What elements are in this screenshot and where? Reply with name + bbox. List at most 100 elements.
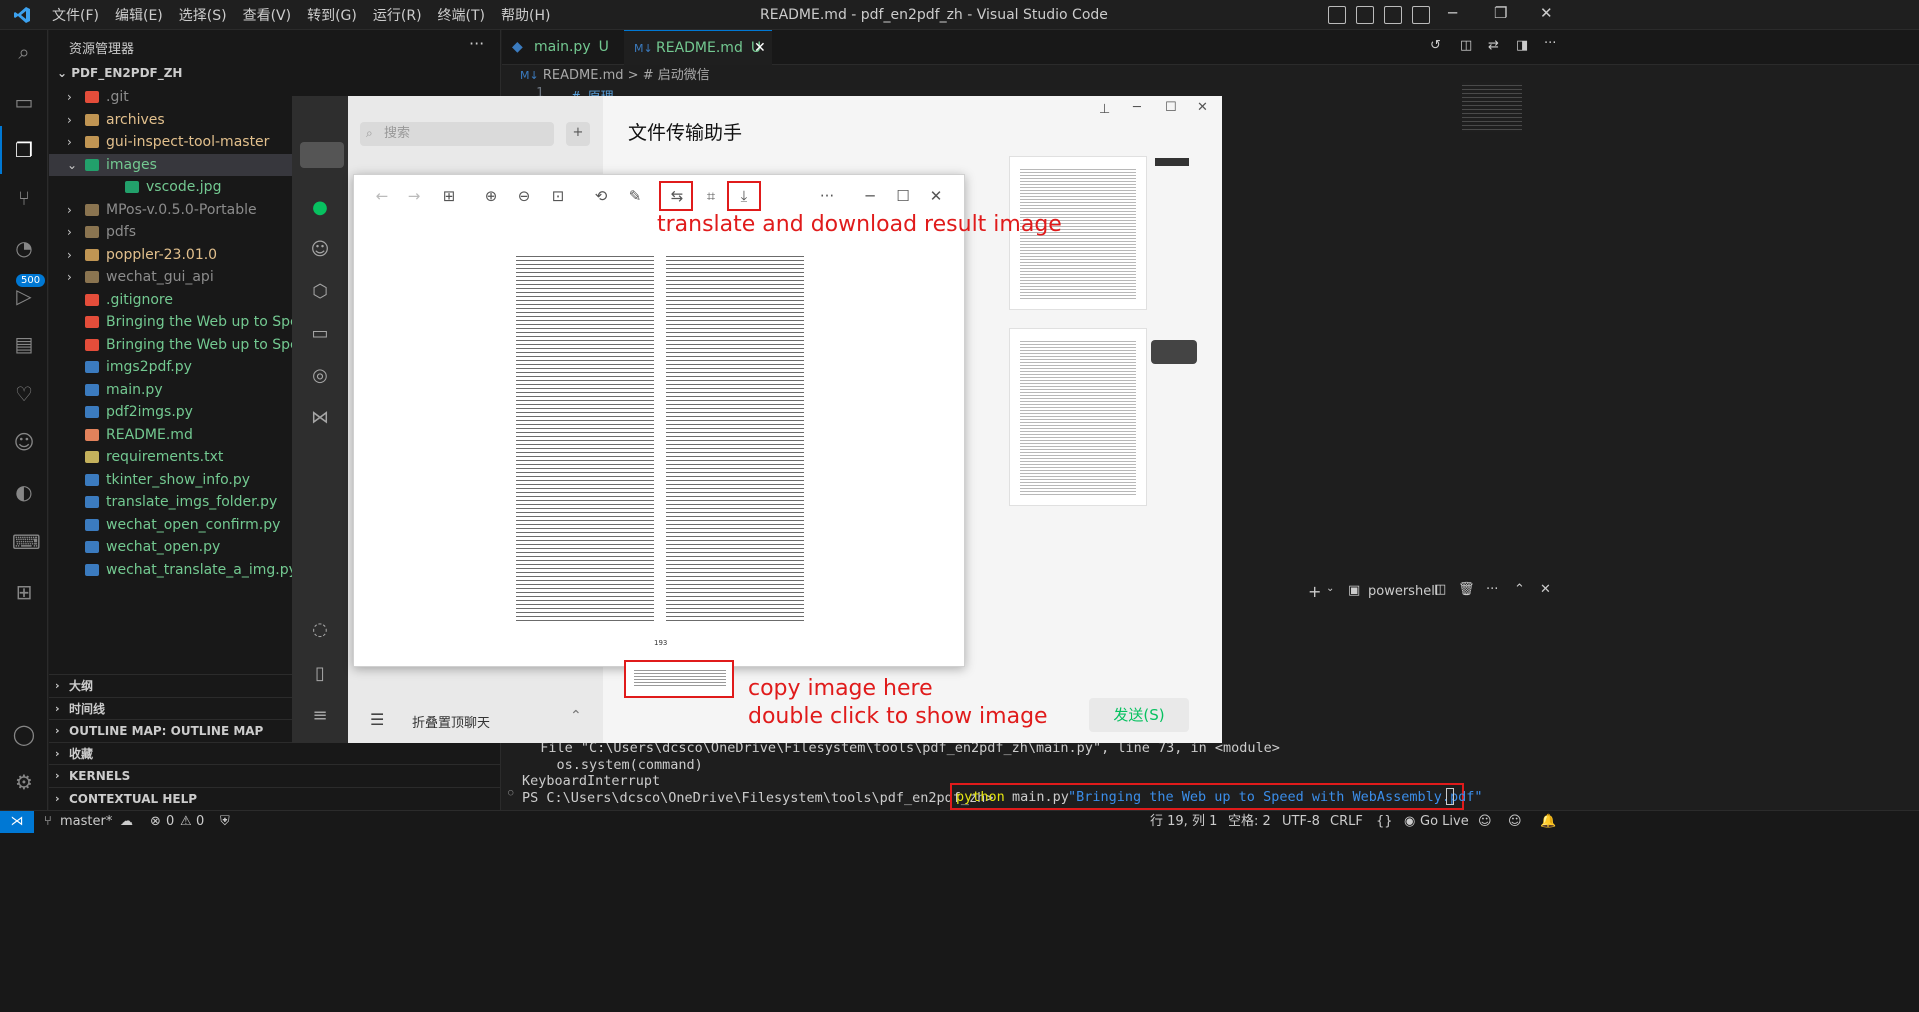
favorites-box-icon[interactable]: ⬡ — [308, 280, 332, 304]
miniprogram-icon[interactable]: ◌ — [308, 618, 332, 642]
edit-icon[interactable]: ✎ — [625, 186, 645, 206]
warning-count[interactable]: 0 — [196, 811, 204, 833]
toggle-sidebar-icon[interactable] — [1328, 6, 1346, 24]
chevron-right-icon[interactable]: › — [67, 244, 72, 266]
wechat-maximize-icon[interactable]: ☐ — [1165, 100, 1177, 115]
go-live[interactable]: Go Live — [1420, 811, 1469, 833]
chevron-up-icon[interactable]: ⌃ — [570, 708, 582, 724]
chevron-right-icon[interactable]: › — [67, 86, 72, 108]
zoom-in-icon[interactable]: ⊕ — [481, 186, 501, 206]
shield-icon[interactable]: ⛨ — [220, 811, 230, 833]
breadcrumb-section[interactable]: # 启动微信 — [643, 68, 710, 83]
menu-help[interactable]: 帮助(H) — [493, 5, 558, 25]
menu-selection[interactable]: 选择(S) — [171, 5, 235, 25]
toggle-secondary-sidebar-icon[interactable] — [1384, 6, 1402, 24]
phone-icon[interactable]: ▯ — [308, 662, 332, 686]
add-chat-button[interactable]: + — [566, 122, 590, 146]
actual-size-icon[interactable]: ⊡ — [548, 186, 568, 206]
error-count[interactable]: 0 — [166, 811, 174, 833]
copilot-status-icon[interactable]: ☺ — [1478, 811, 1492, 833]
edge-icon[interactable]: ◐ — [12, 480, 36, 504]
menu-terminal[interactable]: 终端(T) — [430, 5, 493, 25]
tab-readme-md[interactable]: M↓ README.md U ✕ — [624, 30, 772, 65]
document-page-image[interactable]: 193 — [516, 253, 806, 653]
moments-icon[interactable]: ◎ — [308, 364, 332, 388]
more-actions-icon[interactable]: ··· — [469, 34, 484, 53]
document-image-message[interactable] — [1009, 328, 1147, 506]
rotate-icon[interactable]: ⟲ — [591, 186, 611, 206]
account-icon[interactable]: ◯ — [12, 722, 36, 746]
grid-view-icon[interactable]: ⊞ — [439, 186, 459, 206]
avatar[interactable] — [300, 142, 344, 168]
feedback-icon[interactable]: ☺ — [1508, 811, 1522, 833]
settings-gear-icon[interactable]: ⚙ — [12, 770, 36, 794]
close-icon[interactable]: ✕ — [1540, 4, 1553, 22]
toggle-panel-icon[interactable] — [1356, 6, 1374, 24]
line-ending[interactable]: CRLF — [1330, 811, 1363, 833]
menu-run[interactable]: 运行(R) — [365, 5, 430, 25]
chevron-right-icon[interactable]: › — [67, 199, 72, 221]
contacts-icon[interactable]: ☺ — [308, 238, 332, 262]
remote-indicator-icon[interactable]: ⋊ — [0, 811, 34, 833]
timeline-icon[interactable]: ↺ — [1430, 38, 1441, 53]
notifications-icon[interactable]: 🔔 — [1540, 811, 1556, 833]
gitlens-icon[interactable]: ◔ — [12, 236, 36, 260]
terminal-shell-name[interactable]: powershell — [1368, 584, 1438, 599]
sidebar-section[interactable]: › CONTEXTUAL HELP — [49, 786, 500, 809]
kill-terminal-icon[interactable]: 🗑 — [1458, 582, 1475, 597]
folder-icon[interactable]: ▤ — [12, 332, 36, 356]
encoding[interactable]: UTF-8 — [1282, 811, 1320, 833]
chevron-right-icon[interactable]: › — [67, 221, 72, 243]
cursor-position[interactable]: 行 19, 列 1 — [1150, 811, 1217, 833]
viewer-close-icon[interactable]: ✕ — [926, 186, 946, 206]
chat-icon[interactable]: ● — [308, 196, 332, 220]
channels-icon[interactable]: ⋈ — [308, 406, 332, 430]
customize-layout-icon[interactable] — [1412, 6, 1430, 24]
run-debug-icon[interactable]: ▷ — [12, 284, 36, 308]
chevron-right-icon[interactable]: › — [67, 266, 72, 288]
new-terminal-icon[interactable]: + — [1308, 582, 1321, 601]
editor-more-icon[interactable]: ··· — [1544, 36, 1556, 51]
language-icon[interactable]: {} — [1376, 811, 1393, 833]
sidebar-section[interactable]: › KERNELS — [49, 764, 500, 786]
menu-icon[interactable]: ≡ — [308, 704, 332, 728]
compare-icon[interactable]: ⇄ — [1488, 38, 1499, 53]
viewer-more-icon[interactable]: ··· — [817, 186, 837, 206]
files-folder-icon[interactable]: ▭ — [308, 322, 332, 346]
open-preview-icon[interactable]: ◫ — [1460, 38, 1472, 53]
viewer-minimize-icon[interactable]: ─ — [860, 186, 880, 206]
fold-pinned-label[interactable]: 折叠置顶聊天 — [412, 712, 490, 731]
split-editor-icon[interactable]: ◨ — [1516, 38, 1528, 53]
terminal-icon[interactable]: ⌨ — [12, 530, 41, 554]
back-arrow-icon[interactable]: ← — [372, 186, 392, 206]
extensions-icon[interactable]: ⊞ — [12, 580, 36, 604]
viewer-maximize-icon[interactable]: ☐ — [893, 186, 913, 206]
git-branch[interactable]: master* — [60, 811, 112, 833]
search-icon[interactable]: ⌕ — [12, 40, 36, 64]
wechat-close-icon[interactable]: ✕ — [1197, 100, 1208, 115]
forward-arrow-icon[interactable]: → — [404, 186, 424, 206]
minimap[interactable] — [1462, 82, 1522, 132]
explorer-icon[interactable]: ❐ — [12, 138, 36, 162]
restore-icon[interactable]: ❐ — [1494, 4, 1507, 22]
split-terminal-icon[interactable]: ◫ — [1434, 582, 1446, 597]
chevron-down-icon[interactable]: ⌄ — [67, 154, 77, 176]
maximize-panel-icon[interactable]: ⌃ — [1514, 582, 1525, 597]
breadcrumb-file[interactable]: README.md — [543, 68, 624, 83]
chevron-down-icon[interactable]: ⌄ — [1326, 583, 1334, 594]
tab-main-py[interactable]: ◆ main.py U — [502, 30, 622, 65]
root-folder[interactable]: ⌄ PDF_EN2PDF_ZH — [57, 66, 182, 80]
extract-text-icon[interactable]: ⌗ — [701, 186, 721, 206]
indentation[interactable]: 空格: 2 — [1228, 811, 1271, 833]
menu-edit[interactable]: 编辑(E) — [107, 5, 171, 25]
search-input[interactable]: 搜索 — [360, 122, 554, 146]
copied-image-thumbnail[interactable] — [624, 660, 734, 698]
remote-explorer-icon[interactable]: ▭ — [12, 90, 36, 114]
menu-go[interactable]: 转到(G) — [299, 5, 365, 25]
minimize-icon[interactable]: ─ — [1448, 4, 1457, 22]
close-tab-icon[interactable]: ✕ — [754, 31, 766, 66]
source-control-icon[interactable]: ⑂ — [12, 186, 36, 210]
sidebar-section[interactable]: › 收藏 — [49, 741, 500, 764]
menu-file[interactable]: 文件(F) — [44, 5, 107, 25]
close-panel-icon[interactable]: ✕ — [1540, 582, 1551, 597]
